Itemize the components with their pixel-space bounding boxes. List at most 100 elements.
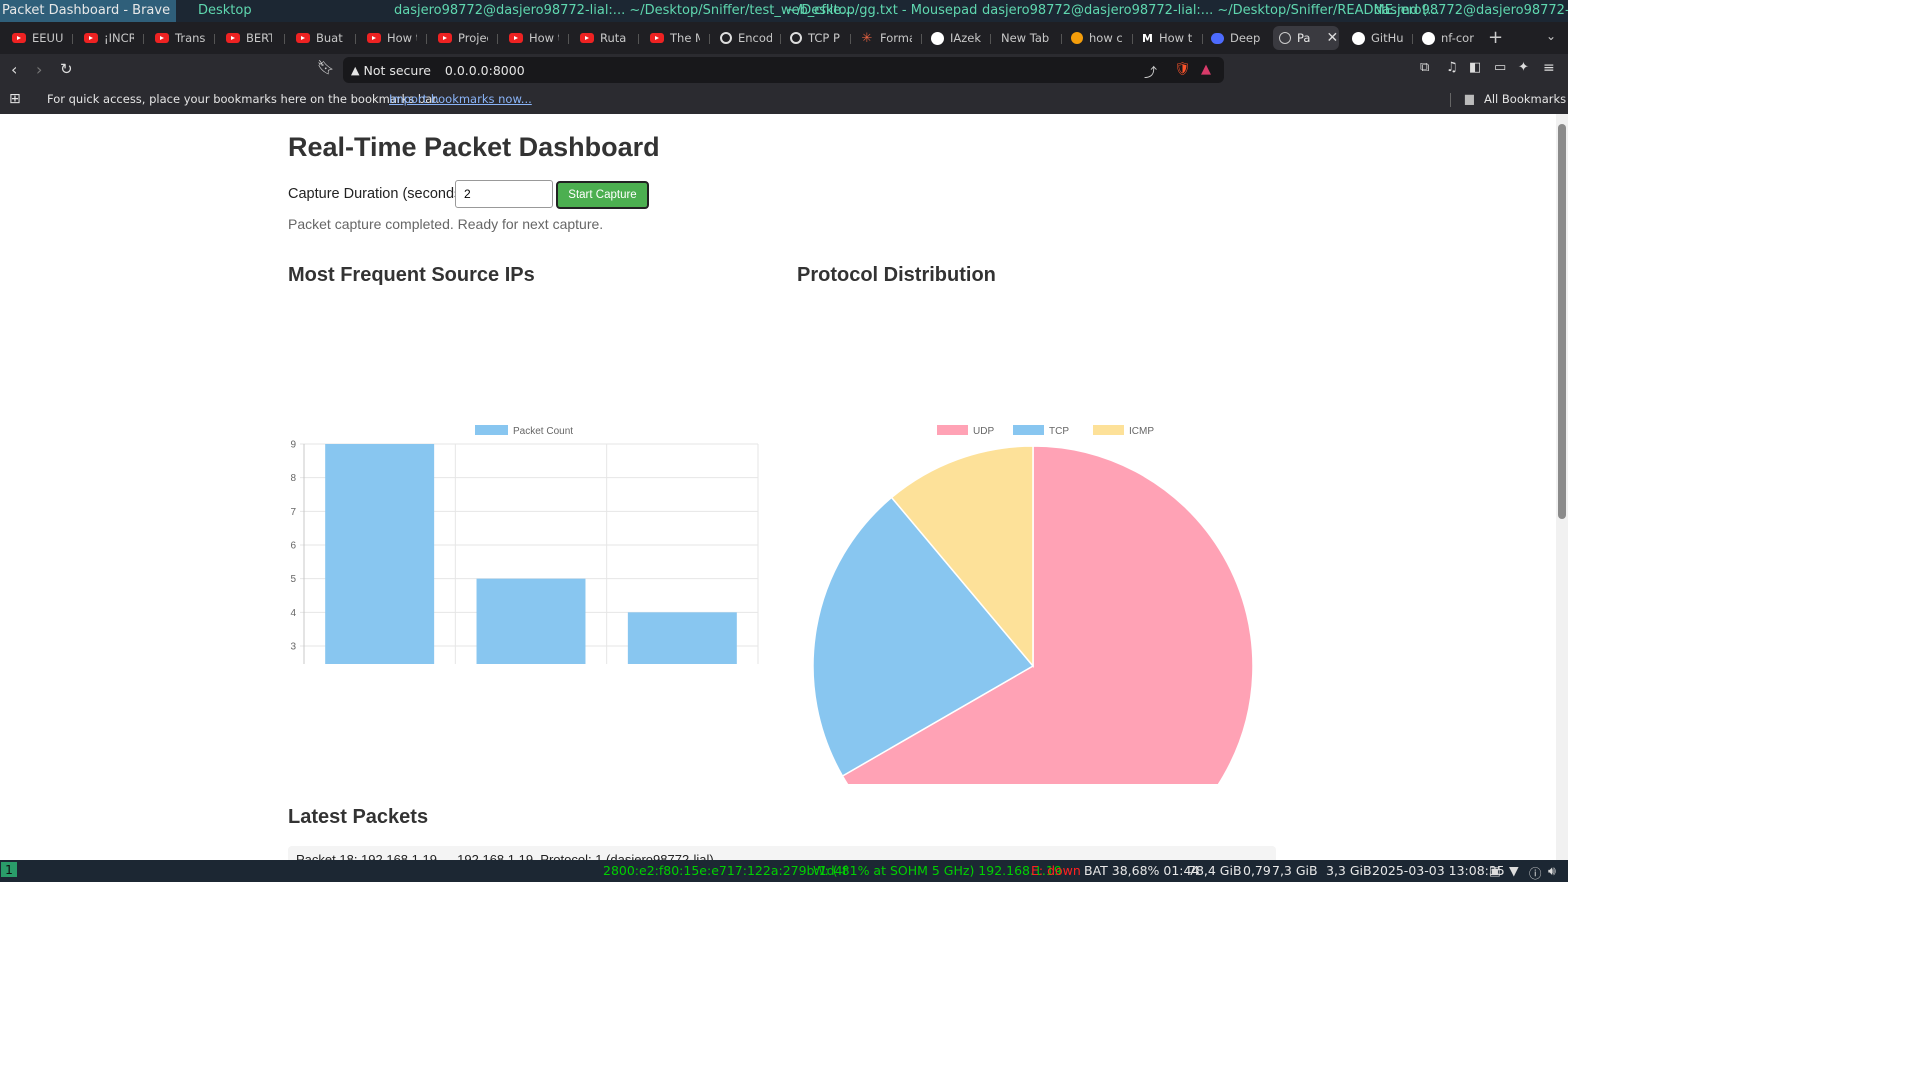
- chevron-down-icon[interactable]: ⌄: [1546, 29, 1556, 43]
- tab[interactable]: How t: [367, 26, 417, 50]
- duration-input[interactable]: [455, 180, 553, 208]
- bar: [325, 444, 435, 664]
- legend-label: Packet Count: [513, 426, 573, 437]
- tab[interactable]: ✳ Forma: [860, 26, 912, 50]
- folder-icon: ▆: [1465, 91, 1474, 105]
- brave-shields-icon[interactable]: 🛡︎: [1174, 62, 1191, 77]
- openai-icon: [720, 32, 732, 44]
- tab[interactable]: Ruta c: [580, 26, 630, 50]
- y-tick-label: 6: [290, 541, 296, 552]
- tab[interactable]: M How t: [1142, 26, 1194, 50]
- legend-swatch: [475, 425, 508, 435]
- tab-label: BERT: [246, 31, 272, 45]
- tab-active[interactable]: Pa ✕: [1273, 26, 1339, 50]
- page-scrollbar[interactable]: [1556, 114, 1568, 860]
- tab[interactable]: ¡INCR: [84, 26, 134, 50]
- tab-label: Ruta c: [600, 31, 630, 45]
- tab[interactable]: BERT: [226, 26, 272, 50]
- security-label[interactable]: Not secure: [363, 63, 430, 78]
- warning-icon[interactable]: ▲: [351, 64, 359, 77]
- wallet-icon[interactable]: ▭: [1494, 60, 1506, 75]
- workspace-indicator[interactable]: 1: [1, 862, 17, 877]
- swap-status: 3,3 GiB: [1326, 863, 1372, 878]
- window-manager-bar: Packet Dashboard - Brave Desktop dasjero…: [0, 0, 1568, 22]
- start-capture-button[interactable]: Start Capture: [556, 181, 649, 209]
- legend-swatch: [1013, 425, 1044, 435]
- wifi-icon[interactable]: ▼: [1509, 863, 1519, 878]
- ethernet-status: E: down: [1031, 863, 1081, 878]
- tab[interactable]: The M: [650, 26, 700, 50]
- share-icon[interactable]: ⤴: [1144, 62, 1157, 81]
- y-tick-label: 5: [290, 574, 296, 585]
- tab[interactable]: Transf: [155, 26, 205, 50]
- tab[interactable]: How t: [509, 26, 559, 50]
- claude-icon: ✳: [861, 30, 873, 46]
- youtube-icon: [226, 33, 240, 43]
- github-icon: [1422, 31, 1435, 45]
- disk-status: 78,4 GiB: [1188, 863, 1242, 878]
- reload-icon[interactable]: ↻: [60, 60, 73, 78]
- tab-label: How t: [529, 31, 559, 45]
- y-tick-label: 8: [290, 473, 296, 484]
- tab[interactable]: New Tab: [1001, 26, 1057, 50]
- import-bookmarks-link[interactable]: Import bookmarks now...: [389, 92, 532, 106]
- all-bookmarks[interactable]: All Bookmarks: [1484, 92, 1566, 106]
- wm-window-terminal-1[interactable]: dasjero98772@dasjero98772-lial:... ~/Des…: [394, 3, 854, 18]
- media-icon[interactable]: ♫: [1446, 60, 1458, 75]
- forward-arrow-icon[interactable]: ›: [36, 60, 42, 79]
- tab[interactable]: how c: [1071, 26, 1123, 50]
- bookmark-icon[interactable]: 🔖︎: [317, 60, 335, 76]
- new-tab-plus-icon[interactable]: +: [1488, 27, 1503, 48]
- bookmarks-bar: ⊞ For quick access, place your bookmarks…: [0, 86, 1568, 114]
- medium-icon: M: [1142, 31, 1153, 45]
- tab-label: Projec: [458, 31, 488, 45]
- tab-label: Pa: [1297, 31, 1311, 45]
- deepseek-icon: [1211, 32, 1224, 44]
- tab-label: The M: [670, 31, 700, 45]
- wm-window-desktop[interactable]: Desktop: [198, 3, 252, 18]
- url-text[interactable]: 0.0.0.0:8000: [445, 63, 525, 78]
- protocol-heading: Protocol Distribution: [797, 264, 996, 286]
- close-tab-icon[interactable]: ✕: [1326, 30, 1338, 46]
- legend-label: UDP: [973, 426, 994, 437]
- address-bar[interactable]: ▲ Not secure 0.0.0.0:8000 ⤴ 🛡︎ ▲: [343, 57, 1224, 83]
- tab-strip: EEUU ¡INCR Transf BERT Buat F How t Proj…: [0, 22, 1568, 54]
- battery-status: BAT 38,68% 01:44: [1084, 863, 1200, 878]
- youtube-icon: [84, 33, 98, 43]
- apps-grid-icon[interactable]: ⊞: [9, 91, 21, 107]
- tab[interactable]: Buat F: [296, 26, 346, 50]
- tab[interactable]: Projec: [438, 26, 488, 50]
- youtube-icon: [296, 33, 310, 43]
- wm-window-brave[interactable]: Packet Dashboard - Brave: [0, 0, 177, 22]
- volume-icon[interactable]: 🔊︎: [1548, 863, 1556, 879]
- menu-icon[interactable]: ≡: [1543, 60, 1555, 76]
- y-tick-label: 7: [290, 507, 296, 518]
- bookmarks-hint: For quick access, place your bookmarks h…: [47, 92, 440, 106]
- info-icon[interactable]: ⓘ: [1529, 863, 1542, 882]
- wm-window-mousepad[interactable]: ~/Desktop/gg.txt - Mousepad: [786, 3, 977, 18]
- tab[interactable]: IAzek: [931, 26, 981, 50]
- tab-label: How t: [387, 31, 417, 45]
- leo-ai-icon[interactable]: ✦: [1518, 60, 1529, 75]
- extensions-icon[interactable]: ⧉: [1420, 60, 1429, 75]
- clipboard-icon[interactable]: ▣: [1489, 863, 1501, 878]
- site-icon: [1071, 32, 1083, 44]
- tab[interactable]: Encod: [720, 26, 772, 50]
- brave-rewards-icon[interactable]: ▲: [1201, 62, 1211, 77]
- tab[interactable]: TCP P: [790, 26, 840, 50]
- datetime-status: 2025-03-03 13:08:35: [1372, 863, 1505, 878]
- scrollbar-thumb[interactable]: [1558, 124, 1566, 519]
- sidebar-icon[interactable]: ◧: [1469, 60, 1481, 75]
- wm-window-terminal-2[interactable]: dasjero98772@dasjero98772-lial:... ~/Des…: [982, 3, 1440, 18]
- wifi-status: W: ( 81% at SOHM 5 GHz) 192.168.1.19: [813, 863, 1062, 878]
- duration-label: Capture Duration (seconds):: [288, 186, 471, 202]
- tab[interactable]: nf-cor: [1422, 26, 1476, 50]
- tab[interactable]: EEUU: [12, 26, 70, 50]
- back-arrow-icon[interactable]: ‹: [11, 60, 17, 79]
- tab-label: Deep: [1230, 31, 1261, 45]
- legend-swatch: [1093, 425, 1124, 435]
- wm-window-terminal-3[interactable]: dasjero98772@dasjero98772-lial:...: [1374, 3, 1568, 18]
- tab[interactable]: Deep: [1211, 26, 1263, 50]
- tab[interactable]: GitHu: [1352, 26, 1408, 50]
- divider: [1450, 93, 1451, 107]
